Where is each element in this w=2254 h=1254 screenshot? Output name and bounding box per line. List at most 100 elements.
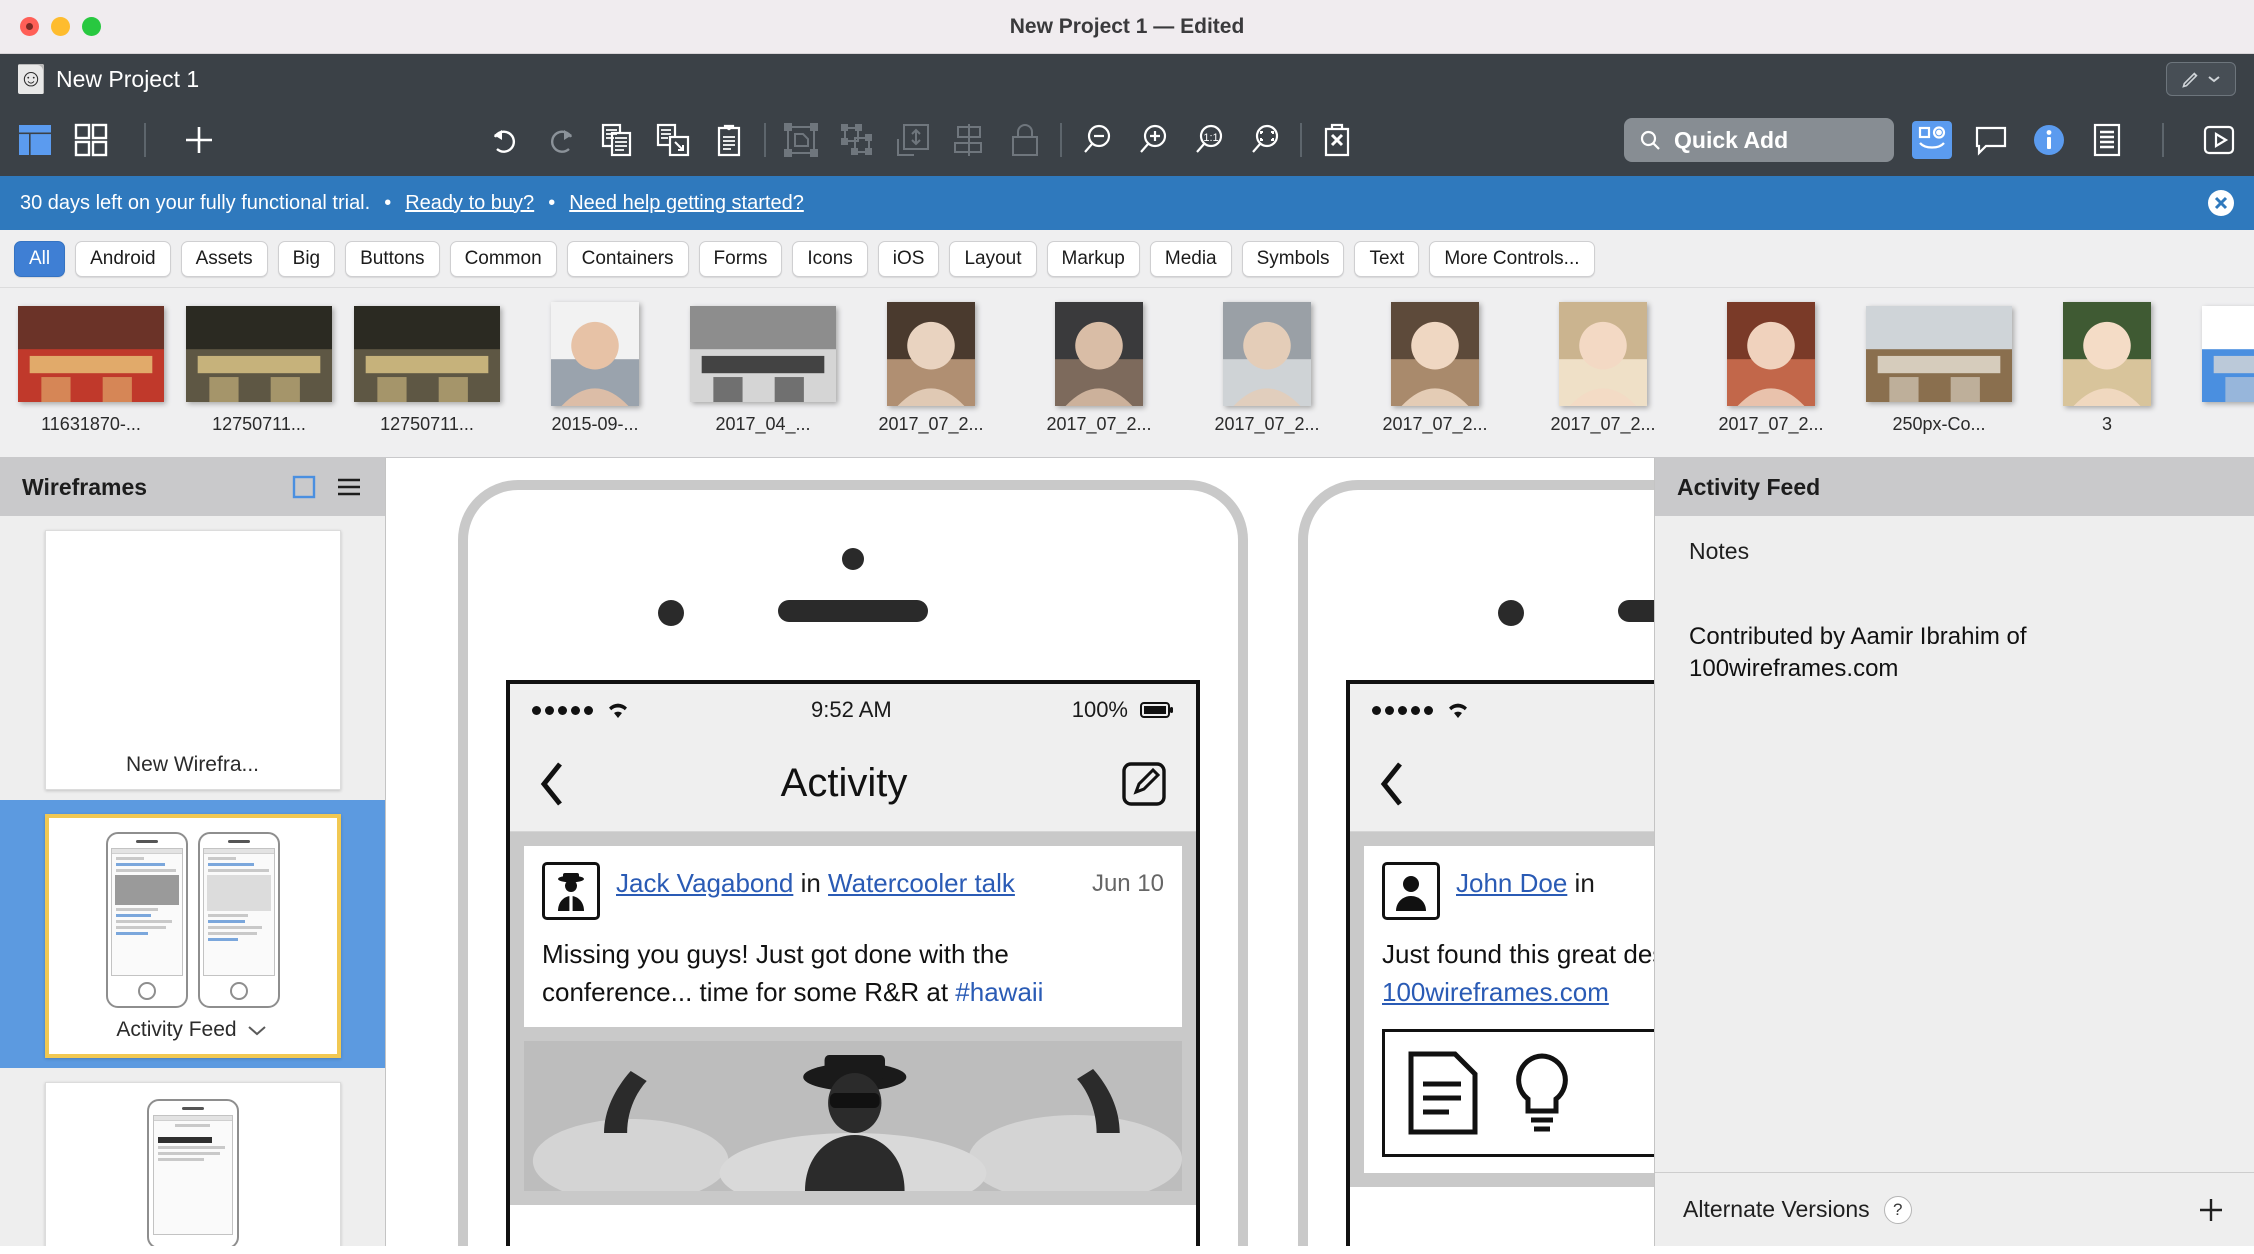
quick-add-search[interactable]: Quick Add [1624, 118, 1894, 162]
post-link[interactable]: 100wireframes.com [1382, 974, 1654, 1012]
notes-section[interactable]: Notes Contributed by Aamir Ibrahim of 10… [1655, 516, 2254, 1172]
wireframe-list: New Wirefra... Activity Feed [0, 516, 385, 1246]
post-channel-link[interactable]: Watercooler talk [828, 868, 1015, 898]
category-tab-buttons[interactable]: Buttons [345, 240, 440, 277]
category-tab-more-controls[interactable]: More Controls... [1429, 240, 1595, 277]
list-menu-icon[interactable] [335, 474, 363, 500]
wireframe-card-selected[interactable]: Activity Feed [44, 814, 341, 1058]
asset-thumbnail[interactable] [1362, 302, 1508, 406]
grid-view-icon[interactable] [72, 121, 110, 159]
asset-thumbnail[interactable] [186, 302, 332, 406]
undo-icon[interactable] [486, 121, 524, 159]
wireframe-card-third[interactable] [44, 1082, 341, 1246]
post-hashtag-link[interactable]: #hawaii [955, 977, 1043, 1007]
panel-layout-icon[interactable] [16, 121, 54, 159]
status-left [1372, 700, 1471, 720]
asset-item[interactable]: 2017_07_2... [1362, 302, 1508, 435]
wireframe-canvas[interactable]: 9:52 AM 100% Activity Jack Vagabond in W… [386, 458, 1654, 1246]
zoom-in-icon[interactable] [1134, 121, 1172, 159]
clipboard-clear-icon[interactable] [1318, 121, 1356, 159]
window-titlebar: New Project 1 — Edited [0, 0, 2254, 54]
asset-thumbnail[interactable] [1866, 302, 2012, 406]
category-tab-media[interactable]: Media [1149, 240, 1232, 277]
asset-item[interactable]: 2017_07_2... [1698, 302, 1844, 435]
asset-thumbnail[interactable] [2202, 302, 2254, 406]
list-item[interactable] [0, 1068, 385, 1246]
asset-thumbnail[interactable] [858, 302, 1004, 406]
question-mark-icon[interactable]: ? [1883, 1195, 1912, 1224]
zoom-to-fit-icon[interactable] [1246, 121, 1284, 159]
quick-add-input[interactable]: Quick Add [1674, 127, 1788, 154]
phone-mockup-1[interactable]: 9:52 AM 100% Activity Jack Vagabond in W… [458, 480, 1248, 1246]
add-plus-icon[interactable] [180, 121, 218, 159]
compose-icon[interactable] [1118, 758, 1170, 810]
category-tab-symbols[interactable]: Symbols [1241, 240, 1345, 277]
category-tab-icons[interactable]: Icons [792, 240, 868, 277]
asset-label: 2015-09-... [551, 414, 639, 434]
notes-text[interactable]: Contributed by Aamir Ibrahim of 100wiref… [1689, 621, 2220, 686]
asset-thumbnail[interactable] [1698, 302, 1844, 406]
chevron-down-icon[interactable] [245, 1022, 269, 1038]
close-window-button[interactable] [20, 17, 39, 36]
asset-item[interactable]: 2017_04_... [690, 302, 836, 435]
category-tab-containers[interactable]: Containers [566, 240, 689, 277]
close-circle-icon[interactable] [2206, 188, 2236, 218]
presentation-play-icon[interactable] [2200, 121, 2238, 159]
info-icon[interactable] [2030, 121, 2068, 159]
chevron-left-icon[interactable] [536, 758, 570, 810]
wireframe-card[interactable]: New Wirefra... [44, 530, 341, 790]
asset-item[interactable]: 250px-Co... [1866, 302, 2012, 435]
asset-thumbnail[interactable] [1194, 302, 1340, 406]
copy-icon[interactable] [598, 121, 636, 159]
ready-to-buy-link[interactable]: Ready to buy? [405, 192, 534, 215]
asset-item[interactable]: Ac [2202, 302, 2254, 435]
zoom-out-icon[interactable] [1078, 121, 1116, 159]
category-tab-all[interactable]: All [14, 240, 66, 277]
asset-item[interactable]: 2017_07_2... [858, 302, 1004, 435]
edit-mode-button[interactable] [2166, 62, 2236, 96]
paste-icon[interactable] [710, 121, 748, 159]
feed-post[interactable]: John Doe in Just found this great design… [1364, 846, 1654, 1174]
asset-item[interactable]: 2017_07_2... [1026, 302, 1172, 435]
zoom-actual-size-icon[interactable]: 1:1 [1190, 121, 1228, 159]
asset-thumbnail[interactable] [18, 302, 164, 406]
asset-thumbnail[interactable] [522, 302, 668, 406]
asset-thumbnail[interactable] [1530, 302, 1676, 406]
chevron-left-icon[interactable] [1376, 758, 1410, 810]
category-tab-big[interactable]: Big [277, 240, 336, 277]
ui-library-icon[interactable] [1912, 121, 1952, 159]
post-author-link[interactable]: John Doe [1456, 868, 1567, 898]
category-tab-markup[interactable]: Markup [1046, 240, 1140, 277]
asset-item[interactable]: 2015-09-... [522, 302, 668, 435]
need-help-link[interactable]: Need help getting started? [569, 192, 804, 215]
asset-thumbnail[interactable] [354, 302, 500, 406]
new-wireframe-icon[interactable] [291, 474, 317, 500]
asset-item[interactable]: 2017_07_2... [1194, 302, 1340, 435]
category-tab-android[interactable]: Android [75, 240, 171, 277]
plus-icon[interactable] [2196, 1195, 2226, 1225]
phone-mockup-2[interactable]: John Doe in Just found this great design… [1298, 480, 1654, 1246]
asset-item[interactable]: 12750711... [354, 302, 500, 435]
category-tab-assets[interactable]: Assets [180, 240, 268, 277]
category-tab-common[interactable]: Common [449, 240, 557, 277]
maximize-window-button[interactable] [82, 17, 101, 36]
minimize-window-button[interactable] [51, 17, 70, 36]
feed-post[interactable]: Jack Vagabond in Watercooler talk Jun 10… [524, 846, 1182, 1028]
asset-item[interactable]: 2017_07_2... [1530, 302, 1676, 435]
asset-thumbnail[interactable] [690, 302, 836, 406]
asset-thumbnail[interactable] [2034, 302, 2180, 406]
list-item[interactable]: Activity Feed [0, 800, 385, 1068]
post-author-link[interactable]: Jack Vagabond [616, 868, 793, 898]
list-item[interactable]: New Wirefra... [0, 516, 385, 800]
category-tab-text[interactable]: Text [1354, 240, 1420, 277]
category-tab-ios[interactable]: iOS [877, 240, 940, 277]
category-tab-forms[interactable]: Forms [698, 240, 783, 277]
asset-thumbnail[interactable] [1026, 302, 1172, 406]
asset-item[interactable]: 12750711... [186, 302, 332, 435]
comment-icon[interactable] [1972, 121, 2010, 159]
asset-item[interactable]: 3 [2034, 302, 2180, 435]
duplicate-icon[interactable] [654, 121, 692, 159]
notes-panel-icon[interactable] [2088, 121, 2126, 159]
category-tab-layout[interactable]: Layout [949, 240, 1037, 277]
asset-item[interactable]: 11631870-... [18, 302, 164, 435]
